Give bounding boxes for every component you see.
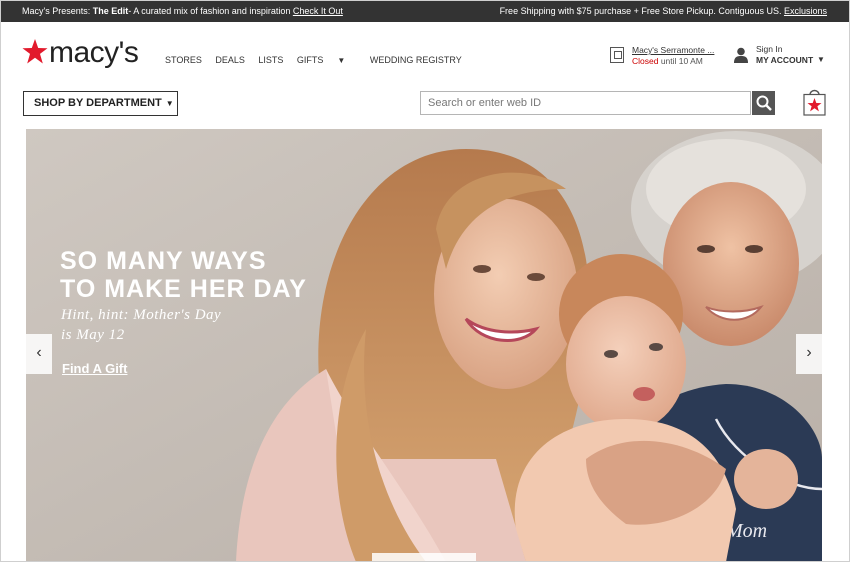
sub-line-1: Hint, hint: Mother's Day [61, 307, 222, 323]
promo-left-text: - A curated mix of fashion and inspirati… [128, 6, 293, 16]
bag-icon[interactable] [803, 86, 826, 116]
hero-subtext: Hint, hint: Mother's Day is May 12 [61, 305, 221, 345]
star-logo-icon [22, 39, 48, 64]
hero-photo: Mom [26, 129, 822, 562]
chevron-left-icon: ‹ [36, 344, 42, 361]
store-status: Closed until 10 AM [632, 56, 703, 66]
logo-wordmark: macy's [49, 36, 139, 69]
headline-line-2: TO MAKE HER DAY [60, 275, 307, 303]
search-button[interactable] [752, 91, 775, 115]
nav-gifts-label: GIFTS [296, 55, 324, 65]
hero-headline: SO MANY WAYS TO MAKE HER DAY [60, 247, 307, 303]
nav-stores[interactable]: STORES [165, 55, 202, 65]
headline-line-1: SO MANY WAYS [60, 247, 267, 275]
dept-label: SHOP BY DEPARTMENT [34, 97, 162, 109]
hero-banner[interactable]: Mom SO MANY WAYS TO MAKE HER DAY Hint, h… [26, 129, 822, 562]
chevron-down-icon: ▼ [817, 55, 825, 64]
promo-left-prefix: Macy's Presents: [22, 6, 93, 16]
promo-right: Free Shipping with $75 purchase + Free S… [500, 6, 827, 16]
nav-gifts[interactable]: GIFTS ▼ [297, 55, 356, 65]
main-nav: STORES DEALS LISTS GIFTS ▼ WEDDING REGIST… [165, 55, 473, 65]
search-icon [756, 95, 772, 111]
promo-bar: Macy's Presents: The Edit- A curated mix… [0, 0, 850, 22]
store-icon [610, 47, 624, 63]
promo-left: Macy's Presents: The Edit- A curated mix… [22, 6, 343, 16]
chevron-down-icon: ▼ [165, 99, 174, 108]
store-name[interactable]: Macy's Serramonte ... [632, 45, 714, 55]
store-hours: until 10 AM [658, 56, 703, 66]
promo-left-bold: The Edit [92, 6, 129, 16]
sign-in-label[interactable]: Sign In [756, 44, 782, 54]
macys-logo[interactable]: macy's [22, 36, 140, 72]
search-placeholder: Search or enter web ID [428, 97, 542, 109]
carousel-next-button[interactable]: › [796, 334, 822, 374]
nav-lists[interactable]: LISTS [258, 55, 283, 65]
carousel-prev-button[interactable]: ‹ [26, 334, 52, 374]
carousel-indicator[interactable] [372, 553, 476, 562]
nav-deals[interactable]: DEALS [215, 55, 245, 65]
promo-right-text: Free Shipping with $75 purchase + Free S… [499, 6, 784, 16]
nav-wedding-registry[interactable]: WEDDING REGISTRY [370, 55, 462, 65]
find-a-gift-link[interactable]: Find A Gift [62, 361, 127, 376]
search-input[interactable]: Search or enter web ID [420, 91, 751, 115]
sub-line-2: is May 12 [61, 327, 125, 343]
person-icon [734, 47, 748, 63]
chevron-down-icon: ▼ [337, 56, 346, 65]
shop-by-department-button[interactable]: SHOP BY DEPARTMENT ▼ [23, 91, 178, 116]
chevron-right-icon: › [806, 344, 812, 361]
my-account-label[interactable]: MY ACCOUNT [756, 55, 813, 65]
store-closed-label: Closed [632, 56, 659, 66]
exclusions-link[interactable]: Exclusions [784, 6, 827, 16]
check-it-out-link[interactable]: Check It Out [293, 6, 343, 16]
